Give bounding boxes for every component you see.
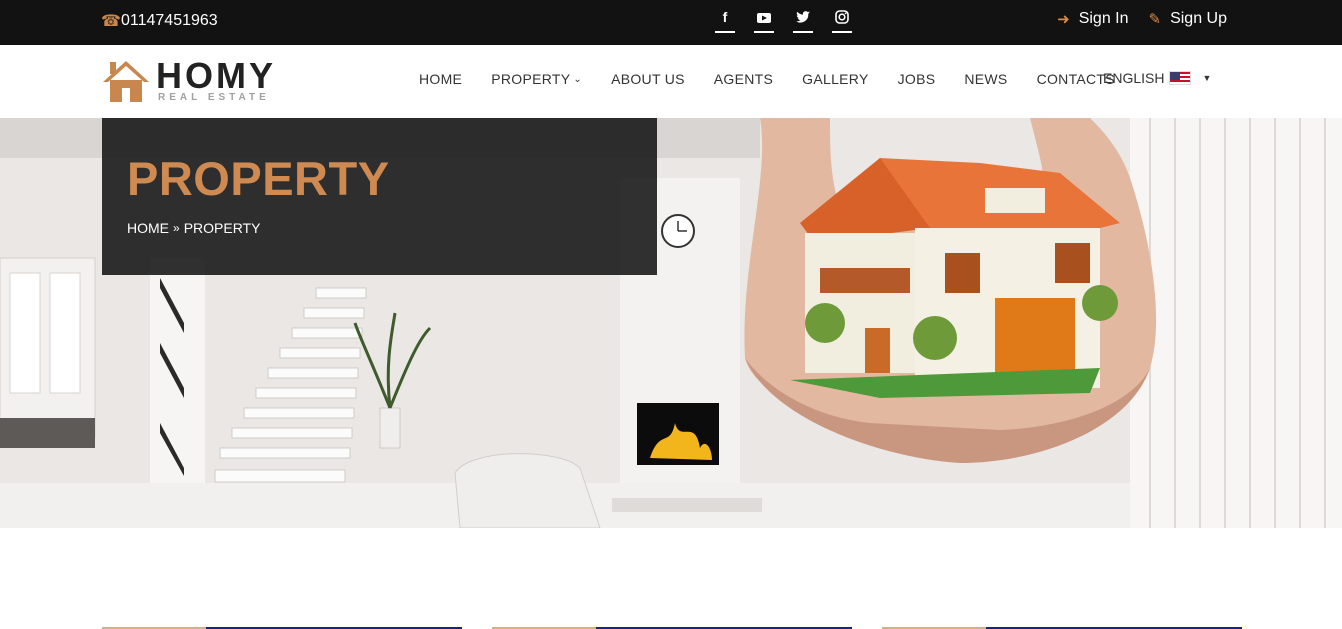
page-title-box: PROPERTY HOME » PROPERTY (102, 118, 657, 275)
breadcrumb: HOME » PROPERTY (127, 220, 260, 236)
social-links: f (715, 9, 852, 33)
nav-about-us[interactable]: ABOUT US (611, 71, 685, 87)
facebook-icon[interactable]: f (715, 9, 735, 33)
property-cards-area (0, 528, 1342, 629)
double-chevron-right-icon: » (173, 221, 180, 235)
nav-agents[interactable]: AGENTS (714, 71, 773, 87)
phone-number: 01147451963 (121, 12, 218, 29)
nav-property[interactable]: PROPERTY ⌄ (491, 71, 582, 87)
main-nav: HOME PROPERTY ⌄ ABOUT US AGENTS GALLERY J… (419, 71, 1144, 87)
nav-jobs[interactable]: JOBS (898, 71, 936, 87)
twitter-icon[interactable] (793, 9, 813, 33)
breadcrumb-current: PROPERTY (183, 220, 261, 236)
sign-up-link[interactable]: ✎ Sign Up (1149, 10, 1228, 28)
page-title: PROPERTY (127, 152, 390, 205)
sign-in-label: Sign In (1078, 10, 1129, 27)
top-bar: ☎ 01147451963 f ➜ Sign In ✎ Sign Up (0, 0, 1342, 45)
us-flag-icon (1169, 71, 1192, 85)
sign-up-label: Sign Up (1170, 10, 1227, 27)
brand-name: HOMY (156, 55, 276, 96)
pencil-icon: ✎ (1148, 11, 1162, 28)
brand-tagline: REAL ESTATE (158, 92, 270, 103)
breadcrumb-home[interactable]: HOME (127, 220, 169, 236)
language-selector[interactable]: ENGLISH ▼ (1103, 70, 1211, 86)
house-logo-icon (103, 61, 149, 102)
main-header: HOMY REAL ESTATE HOME PROPERTY ⌄ ABOUT US… (0, 45, 1342, 118)
nav-home[interactable]: HOME (419, 71, 462, 87)
logo[interactable]: HOMY REAL ESTATE (101, 55, 286, 108)
hero-banner: PROPERTY HOME » PROPERTY (0, 118, 1342, 528)
sign-in-icon: ➜ (1057, 11, 1070, 28)
youtube-icon[interactable] (754, 9, 774, 33)
phone-icon: ☎ (101, 12, 121, 30)
instagram-icon[interactable] (832, 9, 852, 33)
phone-contact[interactable]: ☎ 01147451963 (101, 11, 218, 31)
language-label: ENGLISH (1103, 70, 1165, 86)
auth-links: ➜ Sign In ✎ Sign Up (1057, 10, 1227, 28)
nav-gallery[interactable]: GALLERY (802, 71, 868, 87)
caret-down-icon: ▼ (1202, 73, 1212, 83)
nav-news[interactable]: NEWS (964, 71, 1007, 87)
sign-in-link[interactable]: ➜ Sign In (1057, 10, 1128, 28)
chevron-down-icon: ⌄ (573, 73, 583, 85)
